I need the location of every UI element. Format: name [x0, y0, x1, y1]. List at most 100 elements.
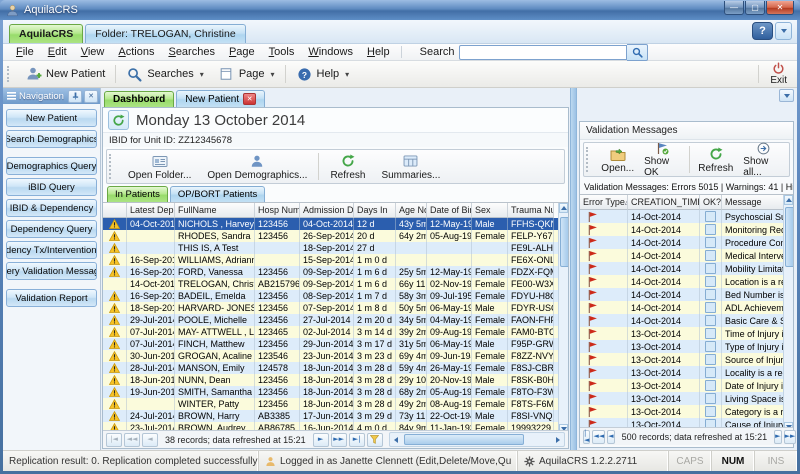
nav-button-ibid-query[interactable]: iBID Query [6, 178, 97, 196]
ok-checkbox[interactable] [705, 328, 716, 339]
nav-button-dependency-tx-intervention-query[interactable]: Dependency Tx/Intervention Query [6, 241, 97, 259]
nav-button-ibid-dependency[interactable]: IBID & Dependency [6, 199, 97, 217]
column-header-icon[interactable] [103, 203, 127, 218]
menu-file[interactable]: File [9, 45, 41, 59]
close-tab-icon[interactable]: ✕ [243, 93, 256, 105]
table-row[interactable]: 14-Oct-2014TRELOGAN, ChristineAB21579688… [103, 278, 568, 290]
table-row[interactable]: WINTER, Patty12345618-Jun-20143 m 28 d49… [103, 398, 568, 410]
table-row[interactable]: 29-Jul-2014POOLE, Michelle12345627-Jul-2… [103, 314, 568, 326]
validation-row[interactable]: 13-Oct-2014Type of Injury is [580, 340, 793, 353]
scroll-up-icon[interactable] [784, 195, 793, 205]
refresh-date-icon[interactable] [108, 110, 129, 130]
validation-row[interactable]: 14-Oct-2014Bed Number is a [580, 288, 793, 301]
toolbar-grip[interactable] [7, 66, 15, 82]
scroll-left-icon[interactable] [390, 433, 402, 446]
column-header-hosp-number[interactable]: Hosp Number [255, 203, 300, 218]
ok-checkbox[interactable] [705, 380, 716, 391]
menu-actions[interactable]: Actions [111, 45, 161, 59]
validation-row[interactable]: 13-Oct-2014Date of Injury is [580, 379, 793, 392]
panel-splitter[interactable] [570, 88, 577, 451]
ok-checkbox[interactable] [705, 354, 716, 365]
scroll-right-icon[interactable] [552, 433, 564, 446]
table-row[interactable]: 19-Jun-2014SMITH, Samantha12345618-Jun-2… [103, 386, 568, 398]
validation-row[interactable]: 14-Oct-2014Medical Interven [580, 249, 793, 262]
validation-row[interactable]: 14-Oct-2014ADL Achievemen [580, 301, 793, 314]
ok-checkbox[interactable] [705, 302, 716, 313]
column-header-creation-time[interactable]: CREATION_TIME▽ [628, 195, 700, 210]
search-icon[interactable] [627, 44, 648, 61]
validation-row[interactable]: 14-Oct-2014Monitoring Requi [580, 223, 793, 236]
column-header-admission-da[interactable]: Admission Da▽ [300, 203, 354, 218]
validation-row[interactable]: 14-Oct-2014Psychoscial Supp [580, 210, 793, 223]
nav-button-query-validation-messages[interactable]: Query Validation Messages [6, 262, 97, 280]
nav-button-search-demographics[interactable]: Search Demographics [6, 130, 97, 148]
nav-button-new-patient[interactable]: New Patient [6, 109, 97, 127]
ok-checkbox[interactable] [705, 289, 716, 300]
table-row[interactable]: 07-Jul-2014FINCH, Matthew12345629-Jun-20… [103, 338, 568, 350]
next-page-icon[interactable]: ► [313, 433, 329, 447]
column-header-message[interactable]: Message [722, 195, 788, 210]
tab-new-patient[interactable]: New Patient ✕ [176, 90, 265, 107]
validation-row[interactable]: 14-Oct-2014Basic Care & Sup [580, 314, 793, 327]
app-tab-folder[interactable]: Folder: TRELOGAN, Christine [85, 24, 245, 43]
prev-page-icon[interactable]: ◄ [607, 430, 614, 444]
scrollbar-thumb[interactable] [404, 434, 524, 445]
column-header-error-type[interactable]: Error Type△ [580, 195, 628, 210]
ok-checkbox[interactable] [705, 406, 716, 417]
menu-view[interactable]: View [74, 45, 112, 59]
column-header-fullname[interactable]: FullName [175, 203, 255, 218]
open-message-button[interactable]: Open... [596, 143, 639, 176]
table-row[interactable]: RHODES, Sandra12345626-Sep-201420 d64y 2… [103, 230, 568, 242]
page-button[interactable]: Page ▾ [211, 62, 282, 86]
toolbar-grip[interactable] [109, 154, 117, 179]
open-demographics-button[interactable]: Open Demographics... [199, 150, 315, 183]
close-panel-icon[interactable]: ✕ [84, 90, 98, 103]
fast-prev-icon[interactable]: ◄◄ [124, 433, 140, 447]
show-ok-button[interactable]: Show OK [639, 143, 686, 176]
table-row[interactable]: 16-Sep-2014WILLIAMS, Adrianne15-Sep-2014… [103, 254, 568, 266]
collapse-panel-chevron[interactable] [779, 89, 794, 102]
close-button[interactable]: ✕ [766, 1, 794, 15]
tab-op-bort-patients[interactable]: OP/BORT Patients [170, 186, 265, 202]
scrollbar-thumb[interactable] [785, 207, 794, 267]
ok-checkbox[interactable] [705, 276, 716, 287]
validation-row[interactable]: 13-Oct-2014Category is a re [580, 405, 793, 418]
nav-button-demographics-query[interactable]: Demographics Query [6, 157, 97, 175]
validation-table-vscrollbar[interactable] [783, 195, 793, 432]
menu-tools[interactable]: Tools [262, 45, 302, 59]
searches-button[interactable]: Searches ▾ [119, 62, 211, 86]
search-input[interactable] [459, 45, 627, 60]
filter-icon[interactable] [367, 433, 383, 447]
first-page-icon[interactable]: |◄ [583, 430, 590, 444]
column-header-date-of-birth[interactable]: Date of Birth [427, 203, 472, 218]
nav-button-validation-report[interactable]: Validation Report [6, 289, 97, 307]
nav-button-dependency-query[interactable]: Dependency Query [6, 220, 97, 238]
menu-page[interactable]: Page [222, 45, 262, 59]
table-row[interactable]: 24-Jul-2014BROWN, HarryAB338517-Jun-2014… [103, 410, 568, 422]
pin-icon[interactable] [68, 90, 82, 103]
ok-checkbox[interactable] [705, 315, 716, 326]
table-row[interactable]: 16-Sep-2014FORD, Vanessa12345609-Sep-201… [103, 266, 568, 278]
column-header-sex[interactable]: Sex [472, 203, 508, 218]
maximize-button[interactable]: ▢ [745, 1, 765, 15]
validation-row[interactable]: 14-Oct-2014Procedure Compl [580, 236, 793, 249]
help-dropdown-chevron[interactable] [775, 22, 792, 40]
validation-row[interactable]: 14-Oct-2014Mobility Limitatio [580, 262, 793, 275]
table-row[interactable]: 07-Jul-2014MAY- ATTWELL , Lucy12346502-J… [103, 326, 568, 338]
menu-windows[interactable]: Windows [301, 45, 360, 59]
ok-checkbox[interactable] [705, 341, 716, 352]
ok-checkbox[interactable] [705, 250, 716, 261]
refresh-button[interactable]: Refresh [322, 150, 373, 183]
ok-checkbox[interactable] [705, 237, 716, 248]
table-row[interactable]: 28-Jul-2014MANSON, Emily12457818-Jun-201… [103, 362, 568, 374]
fast-prev-icon[interactable]: ◄◄ [592, 430, 605, 444]
ok-checkbox[interactable] [705, 211, 716, 222]
column-header-age-now[interactable]: Age Now [396, 203, 427, 218]
help-icon[interactable]: ? [752, 22, 773, 40]
fast-next-icon[interactable]: ►► [784, 430, 797, 444]
scroll-up-icon[interactable] [559, 203, 568, 213]
ok-checkbox[interactable] [705, 367, 716, 378]
first-page-icon[interactable]: |◄ [106, 433, 122, 447]
patients-table-vscrollbar[interactable] [558, 203, 568, 434]
prev-page-icon[interactable]: ◄ [142, 433, 158, 447]
